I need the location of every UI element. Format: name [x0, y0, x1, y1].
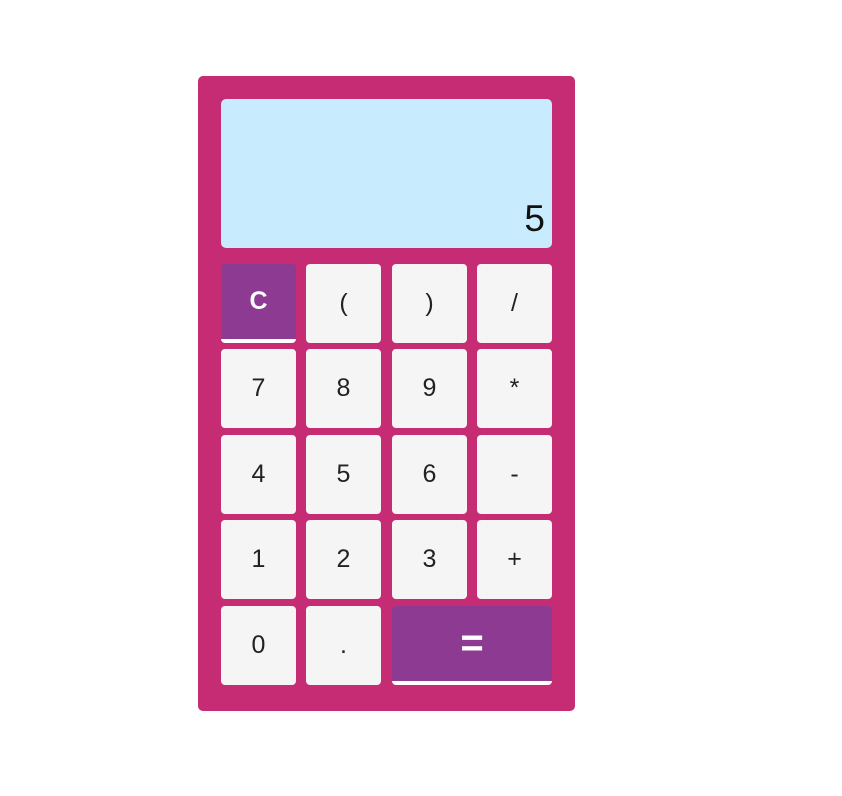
one-button[interactable]: 1: [221, 520, 296, 599]
two-button[interactable]: 2: [306, 520, 381, 599]
calculator: 5 C ( ) / 7 8 9 * 4 5 6 - 1 2 3 + 0 . =: [198, 76, 575, 711]
nine-button[interactable]: 9: [392, 349, 467, 428]
display-value: 5: [524, 198, 545, 239]
zero-button[interactable]: 0: [221, 606, 296, 685]
three-button[interactable]: 3: [392, 520, 467, 599]
subtract-button[interactable]: -: [477, 435, 552, 514]
add-button[interactable]: +: [477, 520, 552, 599]
seven-button[interactable]: 7: [221, 349, 296, 428]
five-button[interactable]: 5: [306, 435, 381, 514]
decimal-button[interactable]: .: [306, 606, 381, 685]
clear-button[interactable]: C: [221, 264, 296, 343]
open-paren-button[interactable]: (: [306, 264, 381, 343]
divide-button[interactable]: /: [477, 264, 552, 343]
calculator-display: 5: [221, 99, 552, 248]
equals-button[interactable]: =: [392, 606, 552, 685]
four-button[interactable]: 4: [221, 435, 296, 514]
eight-button[interactable]: 8: [306, 349, 381, 428]
multiply-button[interactable]: *: [477, 349, 552, 428]
close-paren-button[interactable]: ): [392, 264, 467, 343]
six-button[interactable]: 6: [392, 435, 467, 514]
